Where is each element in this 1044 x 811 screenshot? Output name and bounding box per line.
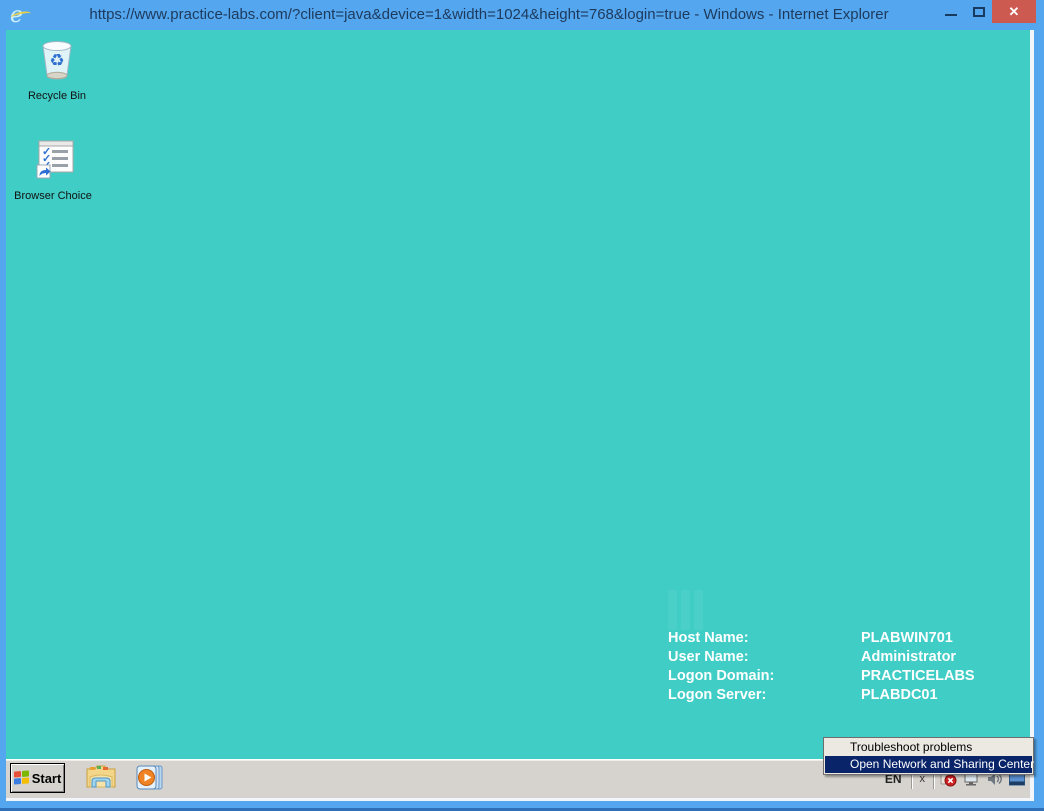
media-player-icon[interactable]	[134, 763, 166, 798]
maximize-button[interactable]	[966, 0, 992, 24]
windows-explorer-icon[interactable]	[84, 763, 118, 798]
window-title: https://www.practice-labs.com/?client=ja…	[89, 6, 889, 23]
desktop-icon-label: Browser Choice	[14, 190, 92, 202]
context-menu: Troubleshoot problems Open Network and S…	[823, 737, 1034, 775]
bginfo-label: Host Name:	[668, 630, 749, 646]
bginfo-value: PRACTICELABS	[861, 668, 975, 684]
bginfo-value: PLABDC01	[861, 687, 938, 703]
desktop-icon-label: Recycle Bin	[27, 90, 87, 102]
bginfo-label: Logon Server:	[668, 687, 767, 703]
bginfo-block: Host Name: PLABWIN701 User Name: Adminis…	[668, 629, 975, 705]
window-edge-right	[1030, 30, 1034, 798]
bginfo-row: Host Name: PLABWIN701	[668, 629, 975, 648]
minimize-icon	[945, 14, 957, 16]
remote-desktop[interactable]: ♻ Recycle Bin ✓ ✓ ✓	[6, 30, 1030, 759]
bginfo-label: Logon Domain:	[668, 668, 775, 684]
internet-explorer-icon[interactable]: e	[10, 3, 32, 28]
ie-swoosh	[10, 9, 32, 22]
bginfo-value: Administrator	[861, 649, 957, 665]
close-button[interactable]: ✕	[992, 0, 1036, 23]
bginfo-row: User Name: Administrator	[668, 648, 975, 667]
bginfo-row: Logon Server: PLABDC01	[668, 686, 975, 705]
windows-flag-icon	[13, 770, 29, 785]
start-button-label: Start	[31, 770, 62, 786]
maximize-icon	[973, 7, 985, 17]
desktop-icon-recycle-bin[interactable]: ♻ Recycle Bin	[14, 36, 100, 102]
menu-item-open-network-sharing-center[interactable]: Open Network and Sharing Center	[825, 756, 1034, 773]
desktop-icon-browser-choice[interactable]: ✓ ✓ ✓ Browser Choice	[10, 136, 96, 202]
minimize-button[interactable]	[938, 0, 964, 24]
svg-text:♻: ♻	[49, 51, 64, 70]
recycle-bin-icon: ♻	[34, 36, 80, 89]
title-bar: e https://www.practice-labs.com/?client=…	[0, 0, 1044, 30]
bginfo-label: User Name:	[668, 649, 749, 665]
start-button[interactable]: Start	[10, 763, 65, 793]
ie-window: e https://www.practice-labs.com/?client=…	[0, 0, 1044, 811]
browser-choice-icon: ✓ ✓ ✓	[30, 136, 76, 189]
faint-watermark	[668, 590, 728, 632]
menu-item-troubleshoot-problems[interactable]: Troubleshoot problems	[825, 739, 1032, 756]
bginfo-row: Logon Domain: PRACTICELABS	[668, 667, 975, 686]
window-edge-bottom	[6, 798, 1034, 801]
bginfo-value: PLABWIN701	[861, 630, 953, 646]
